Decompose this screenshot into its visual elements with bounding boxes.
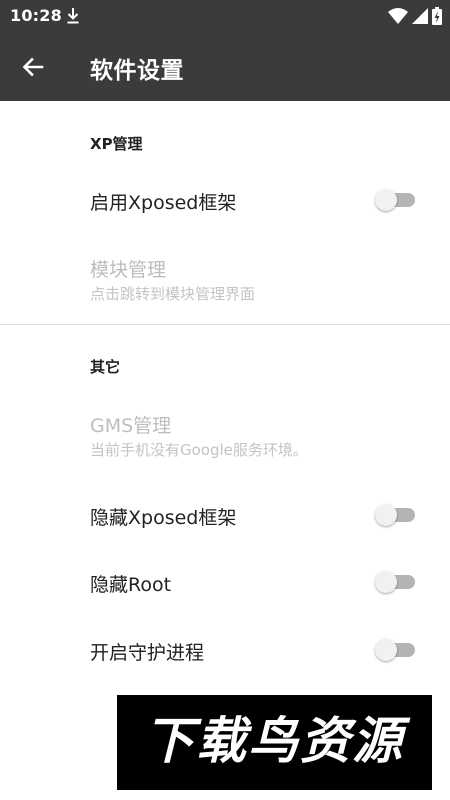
status-icons (388, 7, 442, 25)
pref-gms-management[interactable]: GMS管理 当前手机没有Google服务环境。 (0, 402, 450, 472)
pref-title: 隐藏Xposed框架 (90, 507, 237, 529)
section-header-other: 其它 (90, 358, 121, 376)
status-bar: 10:28 (0, 0, 450, 32)
watermark-logo: 下载鸟资源 (117, 695, 432, 790)
pref-hide-root[interactable]: 隐藏Root (0, 552, 450, 614)
pref-summary: 当前手机没有Google服务环境。 (90, 441, 308, 459)
arrow-left-icon (22, 57, 44, 77)
pref-guard-process[interactable]: 开启守护进程 (0, 620, 450, 682)
pref-summary: 点击跳转到模块管理界面 (90, 285, 256, 303)
svg-text:下载鸟资源: 下载鸟资源 (144, 712, 411, 770)
pref-hide-xposed[interactable]: 隐藏Xposed框架 (0, 485, 450, 547)
enable-xposed-switch[interactable] (375, 189, 417, 211)
pref-title: GMS管理 (90, 415, 172, 437)
back-button[interactable] (18, 52, 48, 82)
switch-thumb (375, 639, 397, 661)
pref-title: 隐藏Root (90, 574, 172, 596)
switch-thumb (375, 504, 397, 526)
switch-thumb (375, 571, 397, 593)
guard-process-switch[interactable] (375, 639, 417, 661)
hide-xposed-switch[interactable] (375, 504, 417, 526)
pref-module-management[interactable]: 模块管理 点击跳转到模块管理界面 (0, 245, 450, 315)
pref-enable-xposed[interactable]: 启用Xposed框架 (0, 170, 450, 232)
switch-thumb (375, 189, 397, 211)
status-time: 10:28 (10, 6, 62, 25)
pref-title: 模块管理 (90, 259, 167, 281)
section-header-xp: XP管理 (90, 135, 143, 153)
signal-icon (412, 8, 428, 24)
pref-title: 启用Xposed框架 (90, 192, 237, 214)
section-divider (0, 324, 450, 325)
app-bar: 软件设置 (0, 32, 450, 101)
wifi-icon (388, 8, 408, 24)
hide-root-switch[interactable] (375, 571, 417, 593)
download-icon (67, 8, 79, 24)
watermark-logo-image: 下载鸟资源 (144, 712, 411, 770)
page-title: 软件设置 (90, 58, 184, 84)
battery-icon (432, 7, 442, 25)
pref-title: 开启守护进程 (90, 642, 205, 664)
